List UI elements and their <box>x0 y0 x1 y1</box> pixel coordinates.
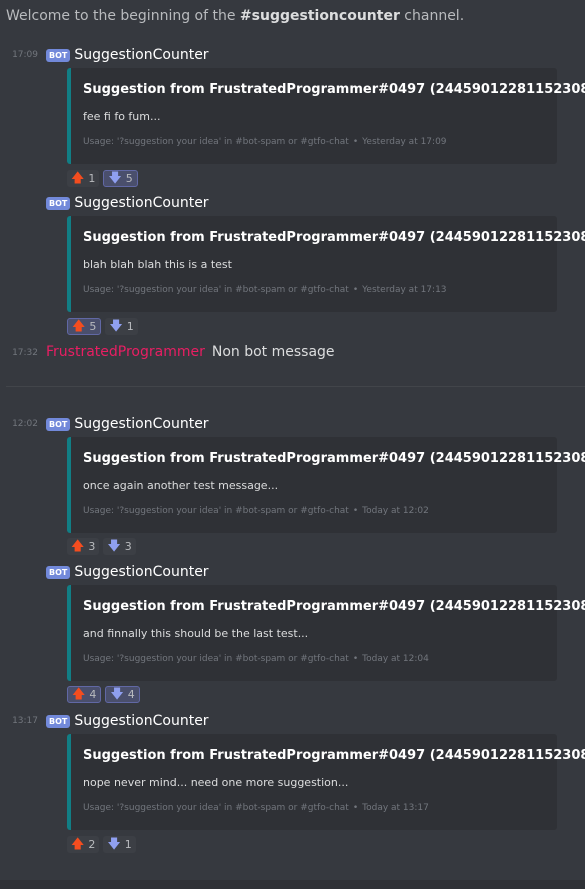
embed-description: once again another test message... <box>83 479 279 492</box>
embed-footer: Usage: '?suggestion your idea' in #bot-s… <box>83 285 447 295</box>
footer-separator: • <box>352 137 359 147</box>
reactions: 🡅 4 🡇 4 <box>67 686 144 703</box>
arrow-down-icon: 🡇 <box>109 319 123 334</box>
reaction-count: 1 <box>124 838 132 851</box>
footer-separator: • <box>352 285 359 295</box>
suggestion-embed: Suggestion from FrustratedProgrammer#049… <box>67 216 585 312</box>
footer-usage: Usage: '?suggestion your idea' in #bot-s… <box>83 654 349 664</box>
author-name[interactable]: FrustratedProgrammer <box>46 344 205 360</box>
reaction-count: 3 <box>88 540 96 553</box>
arrow-up-icon: 🡅 <box>71 171 85 186</box>
bot-badge: BOT <box>46 196 71 210</box>
reaction-count: 1 <box>126 320 134 333</box>
reaction-downvote[interactable]: 🡇 4 <box>105 686 140 703</box>
reactions: 🡅 3 🡇 3 <box>67 538 140 555</box>
embed-footer: Usage: '?suggestion your idea' in #bot-s… <box>83 654 429 664</box>
suggestion-embed: Suggestion from FrustratedProgrammer#049… <box>67 68 585 164</box>
footer-usage: Usage: '?suggestion your idea' in #bot-s… <box>83 803 349 813</box>
arrow-down-icon: 🡇 <box>107 837 121 852</box>
arrow-up-icon: 🡅 <box>71 539 85 554</box>
suggestion-embed: Suggestion from FrustratedProgrammer#049… <box>67 734 585 830</box>
arrow-up-icon: 🡅 <box>71 837 85 852</box>
message-input-bar[interactable] <box>0 880 585 889</box>
embed-title: Suggestion from FrustratedProgrammer#049… <box>83 599 585 614</box>
footer-separator: • <box>352 654 359 664</box>
embed-title: Suggestion from FrustratedProgrammer#049… <box>83 451 585 466</box>
channel-name[interactable]: #suggestioncounter <box>240 8 400 24</box>
bot-badge: BOT <box>46 48 71 62</box>
timestamp: 17:09 <box>12 50 38 60</box>
footer-time: Yesterday at 17:09 <box>362 137 447 147</box>
footer-time: Today at 12:02 <box>362 506 429 516</box>
footer-separator: • <box>352 803 359 813</box>
embed-title: Suggestion from FrustratedProgrammer#049… <box>83 748 585 763</box>
bot-badge: BOT <box>46 565 71 579</box>
reaction-downvote[interactable]: 🡇 1 <box>103 836 136 853</box>
footer-usage: Usage: '?suggestion your idea' in #bot-s… <box>83 285 349 295</box>
author-name[interactable]: SuggestionCounter <box>74 564 208 580</box>
welcome-suffix: channel. <box>399 8 465 24</box>
reaction-upvote[interactable]: 🡅 3 <box>67 538 100 555</box>
embed-title: Suggestion from FrustratedProgrammer#049… <box>83 230 585 245</box>
embed-description: blah blah blah this is a test <box>83 258 232 271</box>
reaction-upvote[interactable]: 🡅 4 <box>67 686 102 703</box>
arrow-down-icon: 🡇 <box>108 171 122 186</box>
footer-time: Today at 12:04 <box>362 654 429 664</box>
bot-badge: BOT <box>46 714 71 728</box>
arrow-down-icon: 🡇 <box>110 687 124 702</box>
reaction-upvote[interactable]: 🡅 2 <box>67 836 100 853</box>
reactions: 🡅 5 🡇 1 <box>67 318 142 335</box>
reactions: 🡅 1 🡇 5 <box>67 170 142 187</box>
reaction-upvote[interactable]: 🡅 1 <box>67 170 100 187</box>
embed-description: and finnally this should be the last tes… <box>83 627 309 640</box>
reaction-upvote[interactable]: 🡅 5 <box>67 318 102 335</box>
author-name[interactable]: SuggestionCounter <box>74 713 208 729</box>
arrow-down-icon: 🡇 <box>107 539 121 554</box>
reaction-count: 5 <box>89 320 97 333</box>
footer-time: Today at 13:17 <box>362 803 429 813</box>
timestamp: 13:17 <box>12 716 38 726</box>
reaction-downvote[interactable]: 🡇 3 <box>103 538 136 555</box>
embed-description: fee fi fo fum... <box>83 110 161 123</box>
reaction-count: 2 <box>88 838 96 851</box>
embed-footer: Usage: '?suggestion your idea' in #bot-s… <box>83 506 429 516</box>
author-name[interactable]: SuggestionCounter <box>74 47 208 63</box>
embed-title: Suggestion from FrustratedProgrammer#049… <box>83 82 585 97</box>
embed-footer: Usage: '?suggestion your idea' in #bot-s… <box>83 803 429 813</box>
author-name[interactable]: SuggestionCounter <box>74 416 208 432</box>
footer-separator: • <box>352 506 359 516</box>
day-divider <box>6 386 585 387</box>
timestamp: 17:32 <box>12 348 38 358</box>
timestamp: 12:02 <box>12 419 38 429</box>
message-text: Non bot message <box>211 344 335 360</box>
footer-time: Yesterday at 17:13 <box>362 285 447 295</box>
author-name[interactable]: SuggestionCounter <box>74 195 208 211</box>
reaction-count: 4 <box>127 688 135 701</box>
embed-footer: Usage: '?suggestion your idea' in #bot-s… <box>83 137 447 147</box>
reaction-count: 4 <box>89 688 97 701</box>
arrow-up-icon: 🡅 <box>72 687 86 702</box>
arrow-up-icon: 🡅 <box>72 319 86 334</box>
suggestion-embed: Suggestion from FrustratedProgrammer#049… <box>67 585 585 681</box>
reaction-count: 5 <box>125 172 133 185</box>
suggestion-embed: Suggestion from FrustratedProgrammer#049… <box>67 437 585 533</box>
reactions: 🡅 2 🡇 1 <box>67 836 140 853</box>
welcome-prefix: Welcome to the beginning of the <box>6 8 240 24</box>
reaction-count: 1 <box>88 172 96 185</box>
bot-badge: BOT <box>46 417 71 431</box>
channel-welcome: Welcome to the beginning of the #suggest… <box>6 8 464 24</box>
reaction-downvote[interactable]: 🡇 1 <box>105 318 138 335</box>
embed-description: nope never mind... need one more suggest… <box>83 776 349 789</box>
footer-usage: Usage: '?suggestion your idea' in #bot-s… <box>83 137 349 147</box>
reaction-count: 3 <box>124 540 132 553</box>
footer-usage: Usage: '?suggestion your idea' in #bot-s… <box>83 506 349 516</box>
reaction-downvote[interactable]: 🡇 5 <box>103 170 138 187</box>
